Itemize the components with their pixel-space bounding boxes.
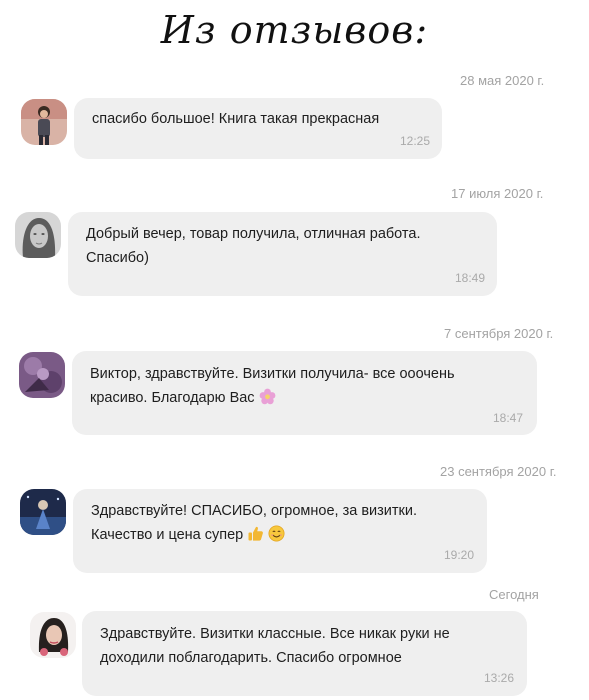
message-text-line: спасибо большое! Книга такая прекрасная	[92, 111, 380, 127]
message-bubble: Здравствуйте! СПАСИБО, огромное, за визи…	[73, 489, 487, 573]
user-photo-grayscale-woman	[15, 212, 61, 258]
avatar[interactable]	[20, 489, 66, 535]
avatar[interactable]	[15, 212, 61, 258]
message-text-line: Здравствуйте. Визитки классные. Все ника…	[100, 626, 450, 642]
smiling-face-emoji	[268, 525, 285, 550]
thumbs-up-emoji	[247, 525, 264, 550]
message-bubble: спасибо большое! Книга такая прекрасная …	[74, 98, 442, 159]
message-text-line: Здравствуйте! СПАСИБО, огромное, за визи…	[91, 503, 417, 519]
message-text-line: Спасибо)	[86, 250, 149, 266]
message-text-line-with-emoji: красиво. Благодарю Вас	[90, 386, 276, 413]
message-text-line: Качество и цена супер	[91, 527, 244, 543]
avatar[interactable]	[21, 99, 67, 145]
message-time: 12:25	[399, 134, 430, 148]
message-text-line: Добрый вечер, товар получила, отличная р…	[86, 226, 421, 242]
user-photo-girl-red-background	[21, 99, 67, 145]
message-time: 19:20	[443, 548, 474, 562]
message-bubble: Здравствуйте. Визитки классные. Все ника…	[82, 611, 527, 696]
message-text-line: доходили поблагодарить. Спасибо огромное	[100, 650, 402, 666]
avatar[interactable]	[30, 612, 76, 658]
user-photo-blue-night	[20, 489, 66, 535]
message-time: 18:47	[492, 411, 523, 425]
date-separator: 23 сентября 2020 г.	[440, 464, 557, 479]
message-bubble: Добрый вечер, товар получила, отличная р…	[68, 212, 497, 296]
user-photo-dark-haired-woman	[30, 612, 76, 658]
user-photo-purple-flowers	[19, 352, 65, 398]
flower-emoji	[259, 388, 276, 413]
message-bubble: Виктор, здравствуйте. Визитки получила- …	[72, 351, 537, 435]
date-separator: 17 июля 2020 г.	[451, 186, 544, 201]
message-time: 13:26	[483, 671, 514, 685]
date-separator: 28 мая 2020 г.	[460, 73, 545, 88]
message-text-line: Виктор, здравствуйте. Визитки получила- …	[90, 366, 455, 382]
date-separator: Сегодня	[489, 587, 539, 602]
message-time: 18:49	[454, 271, 485, 285]
message-text-line: красиво. Благодарю Вас	[90, 390, 255, 406]
message-text-line-with-emoji: Качество и цена супер	[91, 523, 285, 550]
page-title: Из отзывов:	[160, 8, 429, 52]
avatar[interactable]	[19, 352, 65, 398]
date-separator: 7 сентября 2020 г.	[444, 326, 554, 341]
